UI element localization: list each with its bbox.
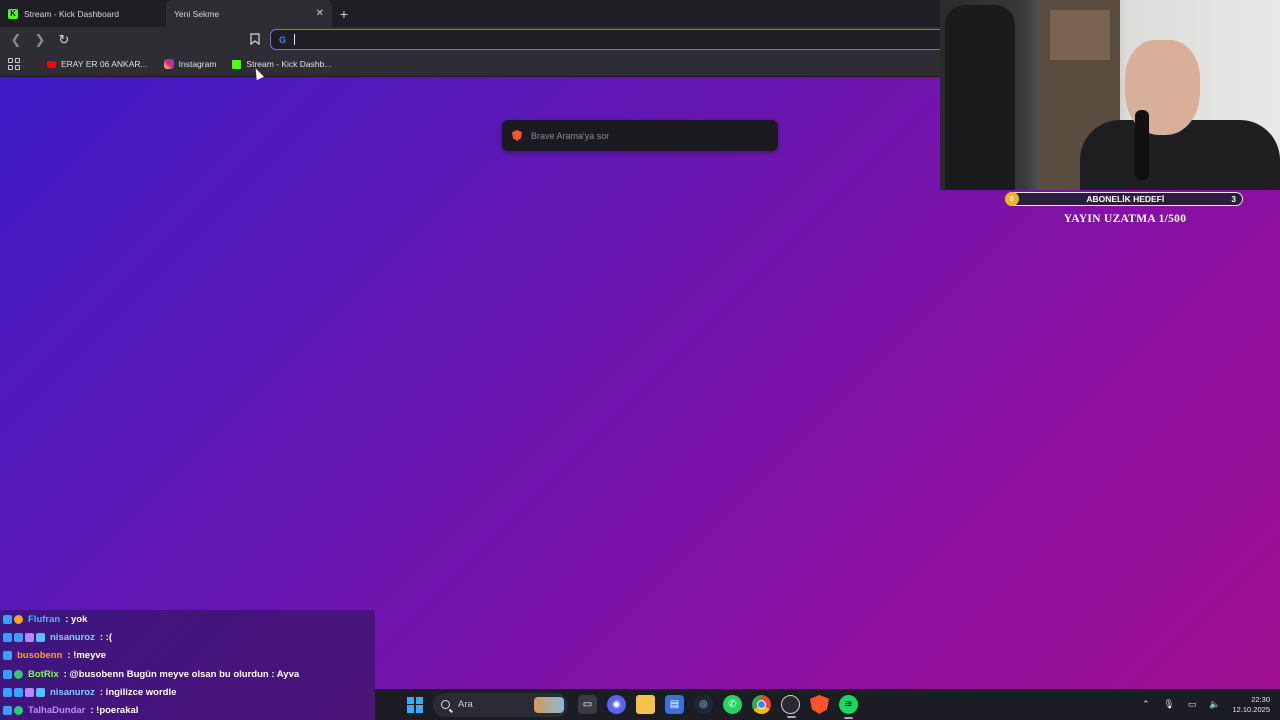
taskbar-apps: Ara ▭ ◉ ▤ ◎ ✆ ≋ bbox=[407, 689, 858, 720]
bookmarks-bar: ERAY ER 06 ANKAR... Instagram Stream - K… bbox=[0, 52, 940, 77]
browser-window: K Stream - Kick Dashboard Yeni Sekme ✕ +… bbox=[0, 0, 950, 77]
clock-date: 12.10.2025 bbox=[1232, 704, 1270, 714]
browser-toolbar: ❮ ❯ ↻ G bbox=[0, 27, 950, 52]
steam-icon[interactable]: ◎ bbox=[694, 695, 713, 714]
chat-badge-icon bbox=[14, 706, 23, 716]
microsoft-store-icon[interactable]: ▤ bbox=[665, 695, 684, 714]
text-caret bbox=[294, 34, 296, 45]
stream-extend-counter: YAYIN UZATMA 1/500 bbox=[1063, 213, 1187, 225]
chat-message: nisanuroz : :( bbox=[0, 628, 375, 647]
chat-message: Flufran : yok bbox=[0, 610, 375, 629]
instagram-icon bbox=[163, 59, 174, 69]
chat-text: : !meyve bbox=[67, 650, 106, 662]
back-arrow-icon[interactable]: ❮ bbox=[6, 30, 26, 50]
chat-username[interactable]: TalhaDundar bbox=[28, 705, 85, 716]
spotify-icon[interactable]: ≋ bbox=[839, 695, 858, 719]
obs-icon[interactable] bbox=[781, 695, 800, 718]
goal-current: 0 bbox=[1005, 192, 1019, 206]
microphone bbox=[1135, 110, 1149, 180]
chat-badge-icon bbox=[3, 669, 12, 679]
search-label: Ara bbox=[458, 699, 473, 710]
google-icon: G bbox=[279, 34, 287, 45]
chat-username[interactable]: nisanuroz bbox=[50, 687, 95, 698]
tab-kick-dashboard[interactable]: K Stream - Kick Dashboard bbox=[0, 0, 166, 27]
clock[interactable]: 22:30 12.10.2025 bbox=[1232, 695, 1270, 715]
chat-badge-icon bbox=[14, 614, 23, 624]
clock-time: 22:30 bbox=[1251, 694, 1270, 704]
chat-message: nisanuroz : ingilizce wordle bbox=[0, 683, 375, 702]
chat-badge-icon bbox=[36, 632, 45, 642]
bookmark-instagram[interactable]: Instagram bbox=[161, 59, 220, 69]
chat-username[interactable]: Flufran bbox=[28, 614, 60, 625]
chat-badge-icon bbox=[3, 651, 12, 661]
youtube-icon bbox=[47, 60, 56, 68]
chat-overlay: Flufran : yok nisanuroz : :( busobenn : !meyv… bbox=[0, 610, 375, 720]
chat-text: : !poerakal bbox=[90, 705, 139, 717]
goal-target: 3 bbox=[1231, 194, 1236, 204]
taskbar-search[interactable]: Ara bbox=[433, 692, 568, 717]
goal-title: ABONELİK HEDEFİ bbox=[1086, 194, 1165, 204]
chrome-icon[interactable] bbox=[752, 695, 771, 714]
chat-text: : @busobenn Bugün meyve olsan bu olurdun… bbox=[63, 668, 300, 680]
chat-badge-icon bbox=[36, 687, 45, 697]
search-highlight-image bbox=[534, 696, 564, 713]
address-input[interactable] bbox=[303, 34, 904, 45]
subscription-goal-bar: 0 ABONELİK HEDEFİ 3 bbox=[1005, 192, 1243, 206]
chat-text: : ingilizce wordle bbox=[99, 686, 177, 698]
chat-badge-icon bbox=[3, 614, 12, 624]
microphone-icon[interactable]: 🎙 bbox=[1163, 699, 1174, 710]
chat-badge-icon bbox=[3, 687, 12, 697]
webcam-feed bbox=[940, 0, 1280, 190]
tab-new-tab[interactable]: Yeni Sekme ✕ bbox=[166, 0, 332, 27]
brave-ask-box[interactable]: Brave Arama'ya sor bbox=[502, 120, 778, 151]
chat-badge-icon bbox=[14, 687, 23, 697]
chat-username[interactable]: nisanuroz bbox=[50, 632, 95, 643]
file-explorer-icon[interactable] bbox=[636, 695, 655, 714]
chevron-up-icon[interactable]: ⌃ bbox=[1140, 699, 1151, 710]
chat-text: : yok bbox=[65, 613, 88, 625]
chat-username[interactable]: BotRix bbox=[28, 669, 59, 680]
tab-strip: K Stream - Kick Dashboard Yeni Sekme ✕ + bbox=[0, 0, 940, 27]
tab-title: Yeni Sekme bbox=[174, 8, 220, 19]
close-icon[interactable]: ✕ bbox=[316, 8, 324, 19]
kick-icon: K bbox=[8, 8, 18, 19]
chat-message: busobenn : !meyve bbox=[0, 646, 375, 665]
task-view-icon[interactable]: ▭ bbox=[578, 695, 597, 714]
reload-icon[interactable]: ↻ bbox=[54, 30, 74, 50]
chat-badge-icon bbox=[3, 706, 12, 716]
kick-icon bbox=[232, 59, 242, 69]
search-icon bbox=[441, 700, 450, 709]
chat-badge-icon bbox=[25, 632, 34, 642]
bookmark-youtube[interactable]: ERAY ER 06 ANKAR... bbox=[44, 59, 151, 69]
bookmark-icon[interactable] bbox=[247, 31, 263, 47]
chat-badge-icon bbox=[25, 687, 34, 697]
taskbar: Ara ▭ ◉ ▤ ◎ ✆ ≋ ⌃ 🎙 ▭ 🔈 22:30 12.10.2025 bbox=[375, 689, 1280, 720]
chat-badge-icon bbox=[14, 669, 23, 679]
brave-ask-placeholder: Brave Arama'ya sor bbox=[531, 130, 610, 141]
volume-icon[interactable]: 🔈 bbox=[1209, 699, 1220, 710]
whatsapp-icon[interactable]: ✆ bbox=[723, 695, 742, 714]
chat-username[interactable]: busobenn bbox=[17, 650, 62, 661]
brave-lion-icon bbox=[512, 130, 522, 141]
tab-title: Stream - Kick Dashboard bbox=[24, 8, 119, 19]
discord-icon[interactable]: ◉ bbox=[607, 695, 626, 714]
system-tray: ⌃ 🎙 ▭ 🔈 22:30 12.10.2025 bbox=[1140, 689, 1270, 720]
gaming-chair bbox=[945, 5, 1015, 190]
bookmark-kick-dashboard[interactable]: Stream - Kick Dashb... bbox=[229, 59, 334, 69]
address-bar[interactable]: G bbox=[270, 29, 950, 50]
new-tab-button[interactable]: + bbox=[332, 0, 356, 27]
apps-grid-icon[interactable] bbox=[8, 58, 20, 70]
chat-text: : :( bbox=[99, 631, 113, 643]
brave-icon[interactable] bbox=[810, 695, 829, 714]
chat-message: BotRix : @busobenn Bugün meyve olsan bu o… bbox=[0, 664, 375, 684]
forward-arrow-icon[interactable]: ❯ bbox=[30, 30, 50, 50]
windows-start-icon[interactable] bbox=[407, 696, 423, 713]
network-icon[interactable]: ▭ bbox=[1186, 699, 1197, 710]
chat-badge-icon bbox=[14, 632, 23, 642]
chat-badge-icon bbox=[3, 632, 12, 642]
bookmark-label: ERAY ER 06 ANKAR... bbox=[61, 59, 148, 69]
chat-message: TalhaDundar : !poerakal bbox=[0, 701, 375, 720]
bookmark-label: Instagram bbox=[178, 59, 217, 69]
